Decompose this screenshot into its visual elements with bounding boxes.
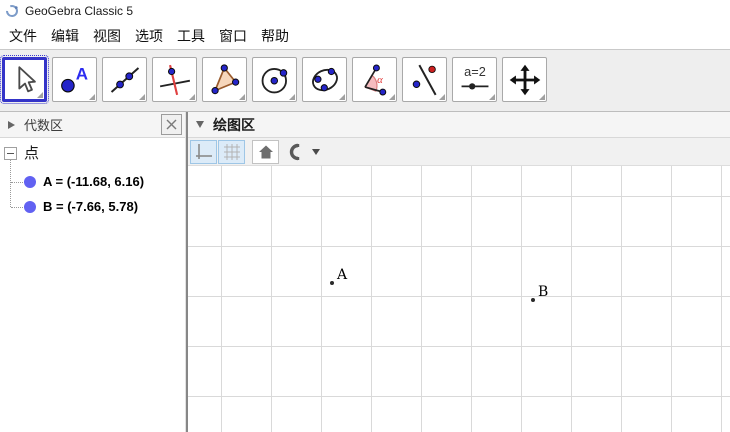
title-bar: GeoGebra Classic 5 <box>0 0 730 22</box>
menu-item-window[interactable]: 窗口 <box>212 23 254 49</box>
tool-move-button[interactable] <box>0 55 49 104</box>
tool-slider-button[interactable]: a=2 <box>452 57 497 102</box>
point-icon: A <box>58 63 92 97</box>
menu-item-options[interactable]: 选项 <box>128 23 170 49</box>
tool-point-button[interactable]: A <box>52 57 97 102</box>
line-icon <box>108 63 142 97</box>
axes-icon <box>195 143 212 159</box>
collapse-group-button[interactable] <box>4 147 17 160</box>
graphics-panel: 绘图区 A B <box>188 112 730 432</box>
tool-dropdown-arrow[interactable] <box>89 94 95 100</box>
collapse-panel-arrow-icon[interactable] <box>196 121 204 128</box>
point-A-definition: A = (-11.68, 6.16) <box>43 174 145 189</box>
tool-move-view-button[interactable] <box>502 57 547 102</box>
tool-dropdown-arrow[interactable] <box>539 94 545 100</box>
standard-view-button[interactable] <box>252 139 279 164</box>
menu-item-edit[interactable]: 编辑 <box>44 23 86 49</box>
point-bullet-icon <box>24 201 36 213</box>
point-B-definition: B = (-7.66, 5.78) <box>43 199 139 214</box>
geogebra-window: GeoGebra Classic 5 文件 编辑 视图 选项 工具 窗口 帮助 … <box>0 0 730 432</box>
svg-text:α: α <box>377 74 383 85</box>
graphics-panel-title: 绘图区 <box>213 116 255 133</box>
collapse-panel-arrow-icon[interactable] <box>8 120 15 129</box>
close-icon <box>166 119 177 130</box>
tool-reflect-button[interactable] <box>402 57 447 102</box>
tool-conic-button[interactable] <box>302 57 347 102</box>
tool-circle-button[interactable] <box>252 57 297 102</box>
algebra-panel: 代数区 点 A = (-11.68, 6.16) B = (-7.66, 5.7… <box>0 112 185 432</box>
geogebra-logo-icon <box>5 4 19 18</box>
magnet-icon <box>289 143 299 160</box>
canvas-point-A-label: A <box>337 267 348 283</box>
slider-icon: a=2 <box>458 63 492 97</box>
algebra-item-B[interactable]: B = (-7.66, 5.78) <box>0 195 185 219</box>
canvas-point-A[interactable] <box>330 281 334 285</box>
toggle-axes-button[interactable] <box>190 139 217 164</box>
tool-dropdown-arrow[interactable] <box>489 94 495 100</box>
tool-dropdown-arrow[interactable] <box>189 94 195 100</box>
menu-item-file[interactable]: 文件 <box>2 23 44 49</box>
reflect-about-line-icon <box>408 63 442 97</box>
point-capturing-button[interactable] <box>280 140 307 164</box>
point-bullet-icon <box>24 176 36 188</box>
graphics-panel-header: 绘图区 <box>188 112 730 138</box>
tool-dropdown-arrow[interactable] <box>37 92 43 98</box>
canvas-point-B-label: B <box>538 284 549 300</box>
graphics-stylebar <box>188 138 730 166</box>
menu-bar: 文件 编辑 视图 选项 工具 窗口 帮助 <box>0 22 730 50</box>
tool-dropdown-arrow[interactable] <box>289 94 295 100</box>
tool-bar: A α a=2 <box>0 50 730 112</box>
algebra-panel-header: 代数区 <box>0 112 185 138</box>
graphics-canvas[interactable]: A B <box>188 166 730 432</box>
menu-item-help[interactable]: 帮助 <box>254 23 296 49</box>
algebra-panel-title: 代数区 <box>24 118 64 133</box>
tool-dropdown-arrow[interactable] <box>389 94 395 100</box>
tool-dropdown-arrow[interactable] <box>339 94 345 100</box>
window-title: GeoGebra Classic 5 <box>25 4 134 18</box>
svg-text:A: A <box>75 64 87 83</box>
tool-perpendicular-line-button[interactable] <box>152 57 197 102</box>
toggle-grid-button[interactable] <box>218 139 245 164</box>
home-icon <box>258 145 273 158</box>
grid-icon <box>223 143 240 160</box>
tool-polygon-button[interactable] <box>202 57 247 102</box>
circle-center-point-icon <box>258 63 292 97</box>
tool-line-button[interactable] <box>102 57 147 102</box>
canvas-point-B[interactable] <box>531 298 535 302</box>
points-group-label: 点 <box>24 145 40 162</box>
tool-angle-button[interactable]: α <box>352 57 397 102</box>
polygon-icon <box>208 63 242 97</box>
close-algebra-button[interactable] <box>161 114 182 135</box>
tool-dropdown-arrow[interactable] <box>439 94 445 100</box>
stylebar-dropdown-icon[interactable] <box>312 148 320 155</box>
tool-dropdown-arrow[interactable] <box>239 94 245 100</box>
menu-item-tools[interactable]: 工具 <box>170 23 212 49</box>
move-graphics-view-icon <box>508 63 542 97</box>
algebra-item-A[interactable]: A = (-11.68, 6.16) <box>0 170 185 194</box>
perpendicular-line-icon <box>158 63 192 97</box>
angle-icon: α <box>358 63 392 97</box>
slider-icon-label: a=2 <box>464 63 486 78</box>
menu-item-view[interactable]: 视图 <box>86 23 128 49</box>
conic-through-points-icon <box>308 63 342 97</box>
algebra-tree: 点 A = (-11.68, 6.16) B = (-7.66, 5.78) <box>0 138 185 432</box>
tool-dropdown-arrow[interactable] <box>139 94 145 100</box>
